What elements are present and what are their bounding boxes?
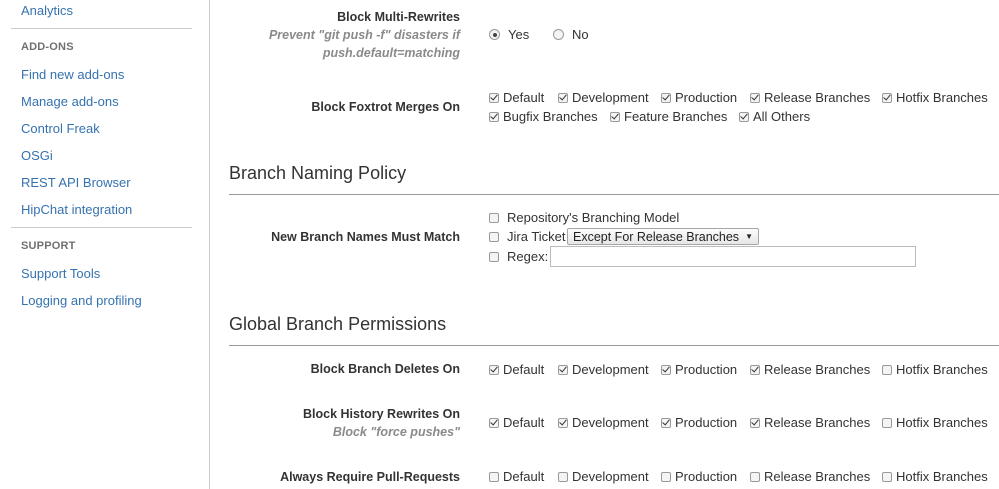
naming-jira-checkbox[interactable]: Jira Ticket — [489, 229, 566, 244]
multi-rewrites-subtext-2: push.default=matching — [322, 46, 460, 60]
checkbox[interactable] — [750, 417, 760, 428]
pr-development-checkbox[interactable]: Development — [558, 469, 649, 484]
sidebar-item-logging[interactable]: Logging and profiling — [21, 293, 142, 308]
foxtrot-others-checkbox[interactable]: All Others — [739, 109, 810, 124]
multi-rewrites-label: Block Multi-Rewrites — [337, 10, 460, 24]
checkbox[interactable] — [558, 92, 568, 103]
multi-rewrites-no-radio[interactable]: No — [553, 27, 589, 42]
naming-regex-checkbox[interactable]: Regex: — [489, 249, 548, 264]
sidebar-item-find-addons[interactable]: Find new add-ons — [21, 67, 124, 82]
rewrites-default-checkbox[interactable]: Default — [489, 415, 544, 430]
checkbox[interactable] — [661, 364, 671, 375]
checkbox[interactable] — [750, 471, 760, 482]
foxtrot-label: Block Foxtrot Merges On — [311, 100, 460, 114]
sidebar-heading-addons: ADD-ONS — [21, 41, 74, 53]
section-divider — [229, 345, 999, 346]
checkbox[interactable] — [489, 231, 499, 242]
foxtrot-development-checkbox[interactable]: Development — [558, 90, 649, 105]
sidebar-item-rest-api[interactable]: REST API Browser — [21, 175, 131, 190]
section-divider — [229, 194, 999, 195]
sidebar-item-osgi[interactable]: OSGi — [21, 148, 53, 163]
checkbox[interactable] — [610, 111, 620, 122]
history-rewrites-subtext: Block "force pushes" — [332, 425, 460, 439]
section-title-naming: Branch Naming Policy — [229, 163, 407, 183]
rewrites-hotfix-checkbox[interactable]: Hotfix Branches — [882, 415, 988, 430]
checkbox[interactable] — [489, 417, 499, 428]
checkbox[interactable] — [882, 364, 892, 375]
foxtrot-hotfix-checkbox[interactable]: Hotfix Branches — [882, 90, 988, 105]
foxtrot-production-checkbox[interactable]: Production — [661, 90, 737, 105]
sidebar: Analytics ADD-ONS Find new add-ons Manag… — [0, 0, 210, 489]
sidebar-item-analytics[interactable]: Analytics — [21, 3, 73, 18]
main-content: Block Multi-Rewrites Prevent "git push -… — [211, 0, 999, 489]
checkbox[interactable] — [661, 92, 671, 103]
deletes-default-checkbox[interactable]: Default — [489, 362, 544, 377]
sidebar-item-hipchat[interactable]: HipChat integration — [21, 202, 132, 217]
naming-repo-model-checkbox[interactable]: Repository's Branching Model — [489, 210, 679, 225]
pr-default-checkbox[interactable]: Default — [489, 469, 544, 484]
jira-exception-select[interactable]: Except For Release Branches ▼ — [567, 228, 759, 245]
require-pr-label: Always Require Pull-Requests — [280, 470, 460, 484]
pr-hotfix-checkbox[interactable]: Hotfix Branches — [882, 469, 988, 484]
checkbox[interactable] — [558, 471, 568, 482]
multi-rewrites-subtext: Prevent "git push -f" disasters if — [268, 28, 460, 42]
checkbox[interactable] — [489, 251, 499, 262]
sidebar-divider — [11, 227, 192, 228]
checkbox[interactable] — [882, 471, 892, 482]
sidebar-divider — [11, 28, 192, 29]
multi-rewrites-yes-radio[interactable]: Yes — [489, 27, 529, 42]
section-title-permissions: Global Branch Permissions — [229, 314, 447, 334]
foxtrot-release-checkbox[interactable]: Release Branches — [750, 90, 870, 105]
sidebar-item-control-freak[interactable]: Control Freak — [21, 121, 100, 136]
checkbox[interactable] — [661, 417, 671, 428]
rewrites-release-checkbox[interactable]: Release Branches — [750, 415, 870, 430]
deletes-production-checkbox[interactable]: Production — [661, 362, 737, 377]
foxtrot-feature-checkbox[interactable]: Feature Branches — [610, 109, 727, 124]
radio-selected[interactable] — [489, 29, 500, 40]
dropdown-arrow-icon: ▼ — [745, 232, 753, 241]
checkbox[interactable] — [750, 364, 760, 375]
naming-label: New Branch Names Must Match — [271, 230, 460, 244]
checkbox[interactable] — [558, 364, 568, 375]
regex-input[interactable] — [550, 246, 916, 267]
checkbox[interactable] — [739, 111, 749, 122]
checkbox[interactable] — [882, 92, 892, 103]
checkbox[interactable] — [750, 92, 760, 103]
history-rewrites-label: Block History Rewrites On — [303, 407, 460, 421]
checkbox[interactable] — [558, 417, 568, 428]
checkbox[interactable] — [661, 471, 671, 482]
foxtrot-default-checkbox[interactable]: Default — [489, 90, 544, 105]
checkbox[interactable] — [489, 111, 499, 122]
checkbox[interactable] — [489, 364, 499, 375]
rewrites-production-checkbox[interactable]: Production — [661, 415, 737, 430]
deletes-hotfix-checkbox[interactable]: Hotfix Branches — [882, 362, 988, 377]
radio-unselected[interactable] — [553, 29, 564, 40]
checkbox[interactable] — [882, 417, 892, 428]
sidebar-heading-support: SUPPORT — [21, 240, 76, 252]
rewrites-development-checkbox[interactable]: Development — [558, 415, 649, 430]
deletes-release-checkbox[interactable]: Release Branches — [750, 362, 870, 377]
sidebar-item-support-tools[interactable]: Support Tools — [21, 266, 100, 281]
foxtrot-bugfix-checkbox[interactable]: Bugfix Branches — [489, 109, 598, 124]
checkbox[interactable] — [489, 212, 499, 223]
deletes-development-checkbox[interactable]: Development — [558, 362, 649, 377]
checkbox[interactable] — [489, 471, 499, 482]
pr-release-checkbox[interactable]: Release Branches — [750, 469, 870, 484]
checkbox[interactable] — [489, 92, 499, 103]
pr-production-checkbox[interactable]: Production — [661, 469, 737, 484]
sidebar-item-manage-addons[interactable]: Manage add-ons — [21, 94, 119, 109]
branch-deletes-label: Block Branch Deletes On — [310, 362, 460, 376]
